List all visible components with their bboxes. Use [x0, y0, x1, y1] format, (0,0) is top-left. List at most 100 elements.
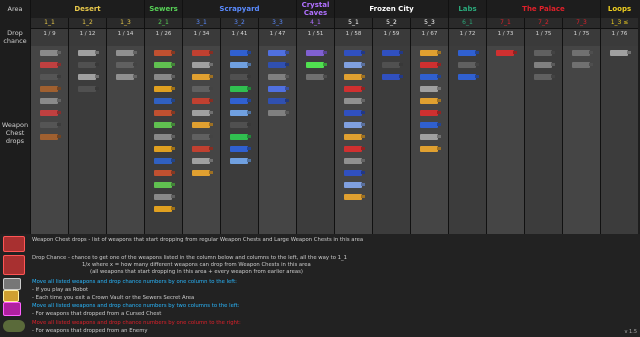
weapon-sprite [230, 62, 248, 68]
weapon-sprite [116, 50, 134, 56]
level-label: 1_3 ≤ [600, 18, 638, 28]
drop-chance-value: 1 / 26 [144, 28, 182, 46]
weapon-column [334, 46, 372, 234]
weapon-sprite [344, 110, 362, 116]
weapon-sprite [268, 50, 286, 56]
drop-chance-value: 1 / 73 [486, 28, 524, 46]
weapon-sprite [154, 146, 172, 152]
weapon-sprite [192, 134, 210, 140]
weapon-sprite [306, 62, 324, 68]
large-weapon-chest-icon [3, 255, 25, 275]
drop-chance-value: 1 / 47 [258, 28, 296, 46]
weapon-sprite [534, 50, 552, 56]
weapon-sprite [116, 62, 134, 68]
weapon-sprite [192, 62, 210, 68]
weapon-sprite [572, 62, 590, 68]
weapon-drop-table: Area Drop chance Weapon Chest drops Dese… [0, 0, 640, 234]
weapon-sprite [344, 86, 362, 92]
weapon-sprite [420, 50, 438, 56]
weapon-sprite [344, 134, 362, 140]
weapon-sprite [420, 62, 438, 68]
weapon-sprite [154, 50, 172, 56]
enemy-icon [3, 320, 25, 332]
weapon-sprite [420, 134, 438, 140]
weapon-column [182, 46, 220, 234]
weapon-sprite [420, 74, 438, 80]
weapon-sprite [344, 146, 362, 152]
level-label: 1_2 [68, 18, 106, 28]
weapon-sprite [154, 74, 172, 80]
weapon-sprite [40, 86, 58, 92]
weapon-sprite [154, 62, 172, 68]
weapon-sprite [230, 146, 248, 152]
weapon-sprite [154, 182, 172, 188]
area-header: Sewers [144, 0, 182, 18]
legend-cursed: - For weapons that dropped from a Cursed… [32, 311, 162, 317]
weapon-column [106, 46, 144, 234]
drop-chance-value: 1 / 67 [410, 28, 448, 46]
drop-chance-value: 1 / 34 [182, 28, 220, 46]
weapon-sprite [192, 98, 210, 104]
weapon-sprite [154, 158, 172, 164]
weapon-sprite [268, 86, 286, 92]
weapon-sprite [78, 50, 96, 56]
weapon-column [258, 46, 296, 234]
weapon-sprite [40, 50, 58, 56]
legend-panel: Weapon Chest drops - list of weapons tha… [0, 234, 640, 337]
area-header: Labs [448, 0, 486, 18]
legend-weapon-chest: Weapon Chest drops - list of weapons tha… [32, 237, 364, 243]
weapon-sprite [344, 98, 362, 104]
drop-chance-value: 1 / 59 [372, 28, 410, 46]
weapon-sprite [268, 74, 286, 80]
weapon-sprite [268, 110, 286, 116]
weapon-sprite [344, 194, 362, 200]
weapon-sprite [192, 74, 210, 80]
weapon-sprite [192, 110, 210, 116]
weapon-sprite [192, 170, 210, 176]
legend-move-right: Move all listed weapons and drop chance … [32, 320, 241, 326]
weapon-sprite [230, 122, 248, 128]
weapon-sprite [344, 122, 362, 128]
area-header: Loops [600, 0, 638, 18]
drop-chance-value: 1 / 58 [334, 28, 372, 46]
weapon-sprite [344, 62, 362, 68]
level-label: 5_1 [334, 18, 372, 28]
weapon-column [448, 46, 486, 234]
weapon-sprite [420, 122, 438, 128]
weapon-sprite [230, 110, 248, 116]
weapon-sprite [344, 182, 362, 188]
weapon-sprite [496, 50, 514, 56]
weapon-sprite [344, 74, 362, 80]
weapon-sprite [230, 134, 248, 140]
weapon-sprite [306, 50, 324, 56]
weapon-sprite [192, 146, 210, 152]
weapon-sprite [458, 50, 476, 56]
weapon-sprite [382, 62, 400, 68]
drop-chance-value: 1 / 75 [524, 28, 562, 46]
weapon-sprite [230, 74, 248, 80]
drop-chance-value: 1 / 12 [68, 28, 106, 46]
area-header: Scrapyard [182, 0, 296, 18]
weapon-sprite [420, 146, 438, 152]
weapon-sprite [192, 86, 210, 92]
weapon-sprite [420, 98, 438, 104]
weapon-column [220, 46, 258, 234]
weapon-sprite [78, 62, 96, 68]
robot-icon [3, 278, 21, 290]
weapon-column [296, 46, 334, 234]
weapon-sprite [572, 50, 590, 56]
level-label: 5_3 [410, 18, 448, 28]
weapon-sprite [268, 62, 286, 68]
level-label: 7_1 [486, 18, 524, 28]
weapon-column [68, 46, 106, 234]
weapon-sprite [382, 50, 400, 56]
drop-chance-value: 1 / 72 [448, 28, 486, 46]
legend-crown-vault: - Each time you exit a Crown Vault or th… [32, 295, 195, 301]
legend-drop-chance-1: Drop Chance - chance to get one of the w… [32, 255, 348, 261]
weapon-sprite [230, 98, 248, 104]
area-header: The Palace [486, 0, 600, 18]
weapon-sprite [230, 50, 248, 56]
weapon-sprite [192, 50, 210, 56]
level-label: 1_1 [30, 18, 68, 28]
weapon-sprite [344, 158, 362, 164]
